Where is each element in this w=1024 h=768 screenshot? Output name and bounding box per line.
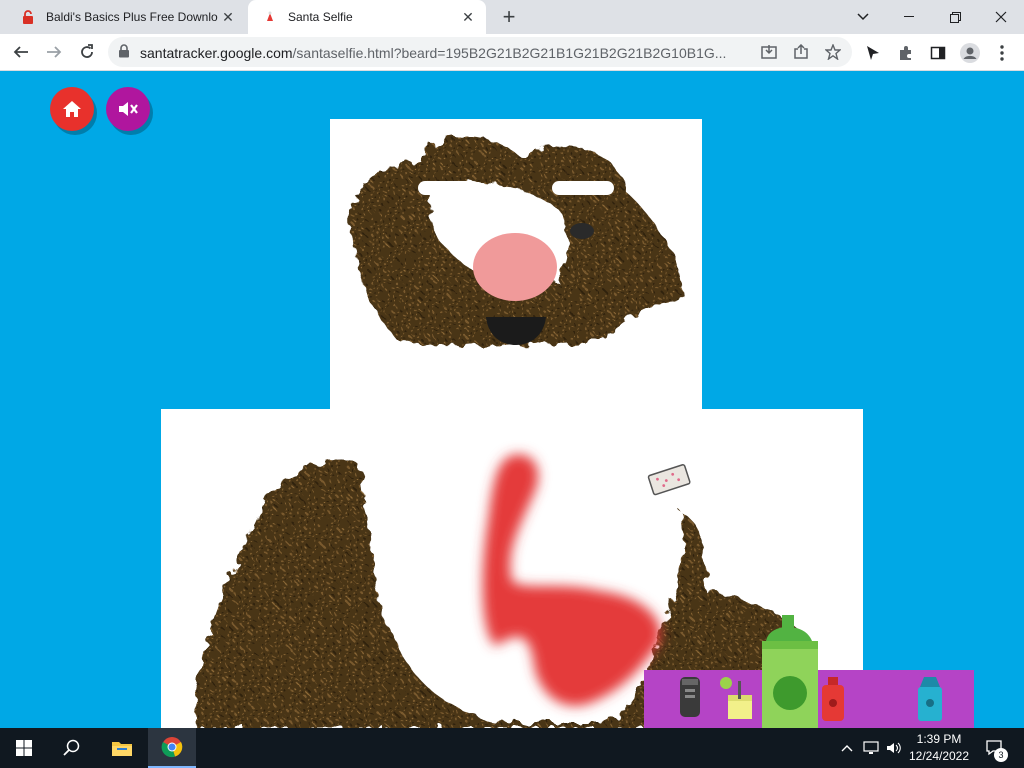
side-panel-icon[interactable]	[928, 43, 948, 63]
volume-icon[interactable]	[884, 728, 904, 768]
close-tab-icon[interactable]: ✕	[218, 7, 238, 27]
reload-button[interactable]	[73, 38, 101, 66]
browser-toolbar: santatracker.google.com/santaselfie.html…	[0, 34, 1024, 71]
red-spray-bottle-tool[interactable]	[818, 673, 848, 723]
notification-count-badge: 3	[994, 748, 1008, 762]
tab-baldis-basics[interactable]: Baldi's Basics Plus Free Downloac ✕	[8, 0, 246, 34]
close-tab-icon[interactable]: ✕	[458, 7, 478, 27]
reload-icon	[81, 44, 93, 58]
new-tab-button[interactable]: +	[498, 6, 520, 28]
santa-selfie-page	[0, 71, 1024, 728]
right-eyebrow	[552, 181, 614, 195]
close-window-button[interactable]	[978, 0, 1024, 34]
restore-button[interactable]	[932, 0, 978, 34]
tab-strip: Baldi's Basics Plus Free Downloac ✕ Sant…	[0, 0, 1024, 34]
sound-muted-icon	[119, 102, 138, 116]
share-icon[interactable]	[792, 43, 810, 61]
url-path: /santaselfie.html?beard=195B2G21B2G21B1G…	[292, 45, 727, 61]
clock-date: 12/24/2022	[908, 749, 970, 763]
extensions-puzzle-icon[interactable]	[896, 43, 916, 63]
profile-avatar-icon[interactable]	[960, 43, 980, 63]
santa-favicon-icon	[262, 9, 278, 25]
clock-time: 1:39 PM	[916, 732, 962, 746]
nose	[473, 233, 557, 301]
spray-paint-can-tool[interactable]	[758, 613, 820, 728]
search-icon	[63, 739, 80, 756]
lock-open-red-icon	[20, 9, 36, 25]
electric-shaver-tool[interactable]	[672, 673, 708, 723]
forward-arrow-icon	[47, 46, 62, 58]
home-button[interactable]	[50, 87, 94, 131]
windows-logo-icon	[16, 740, 32, 756]
back-button[interactable]	[7, 38, 35, 66]
search-button[interactable]	[48, 728, 96, 768]
chrome-icon	[161, 737, 183, 758]
windows-taskbar: 1:39 PM 12/24/2022 3	[0, 728, 1024, 768]
santa-canvas[interactable]	[0, 71, 1024, 728]
system-clock[interactable]: 1:39 PM 12/24/2022	[904, 731, 974, 765]
hair-gel-jar-tool[interactable]	[716, 673, 756, 723]
network-icon[interactable]	[860, 728, 882, 768]
install-app-icon[interactable]	[760, 43, 778, 61]
home-icon	[63, 101, 81, 117]
left-eyebrow	[418, 181, 480, 195]
mute-button[interactable]	[106, 87, 150, 131]
notifications-button[interactable]: 3	[980, 728, 1010, 768]
tab-santa-selfie[interactable]: Santa Selfie ✕	[248, 0, 486, 34]
address-bar[interactable]: santatracker.google.com/santaselfie.html…	[108, 37, 852, 67]
folder-icon	[112, 742, 132, 756]
show-hidden-icons-chevron-icon[interactable]	[838, 728, 856, 768]
lock-icon[interactable]	[118, 44, 130, 63]
url-text[interactable]: santatracker.google.com/santaselfie.html…	[140, 45, 760, 61]
chrome-taskbar-button[interactable]	[148, 728, 196, 768]
start-button[interactable]	[0, 728, 48, 768]
more-menu-icon[interactable]	[992, 43, 1012, 63]
tab-title: Santa Selfie	[288, 10, 353, 24]
tab-search-chevron-icon[interactable]	[840, 0, 886, 34]
blue-spray-bottle-tool[interactable]	[914, 673, 946, 723]
tab-title: Baldi's Basics Plus Free Downloac	[46, 10, 218, 24]
minimize-button[interactable]	[886, 0, 932, 34]
back-arrow-icon	[13, 46, 28, 58]
bookmark-star-icon[interactable]	[824, 43, 842, 61]
cursor-extension-icon[interactable]	[863, 43, 883, 63]
file-explorer-button[interactable]	[98, 728, 146, 768]
forward-button[interactable]	[40, 38, 68, 66]
url-host: santatracker.google.com	[140, 45, 293, 61]
